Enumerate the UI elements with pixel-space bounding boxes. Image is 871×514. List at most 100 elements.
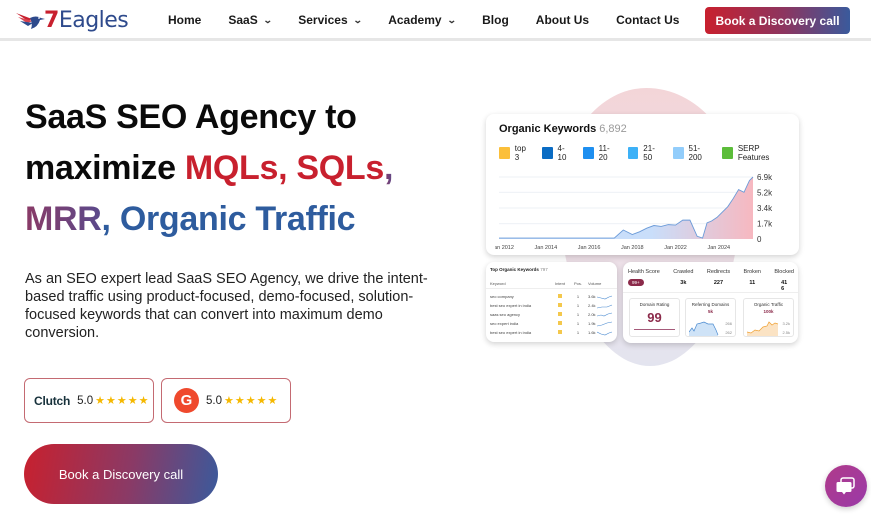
nav-saas[interactable]: SaaS ⌄: [228, 13, 272, 27]
legend-label: 11-20: [598, 144, 610, 162]
logo-text: 7Eagles: [44, 7, 129, 33]
book-discovery-call-header-button[interactable]: Book a Discovery call: [705, 7, 850, 34]
g2-score: 5.0: [206, 394, 222, 407]
volume-cell: 3.6k: [588, 294, 617, 300]
hero-title-comma: ,: [384, 149, 394, 187]
table-row[interactable]: saas seo agency 1 2.0k: [486, 310, 617, 319]
volume-sparkline: [596, 295, 612, 299]
organic-keywords-title: Organic Keywords 6,892: [499, 123, 627, 135]
volume-sparkline: [596, 304, 612, 308]
intent-cell: [552, 294, 568, 299]
nav-home[interactable]: Home: [168, 13, 201, 27]
legend-item[interactable]: 11-20: [582, 144, 617, 162]
pos-cell: 1: [576, 312, 580, 317]
chat-widget-button[interactable]: [825, 465, 867, 507]
nav-blog[interactable]: Blog: [482, 13, 509, 27]
g2-rating-badge[interactable]: G 5.0 ★★★★★: [161, 378, 291, 423]
y-tick-label: 5.2k: [757, 188, 773, 197]
nav-home-label: Home: [168, 13, 202, 27]
volume-sparkline: [596, 321, 612, 326]
table-row[interactable]: best seo expert in india 1 2.4k: [486, 301, 617, 310]
domain-rating-value: 99: [647, 310, 662, 325]
logo-seven: 7: [44, 7, 59, 33]
intent-cell: [552, 303, 568, 308]
nav-academy[interactable]: Academy ⌄: [388, 13, 457, 27]
nav-blog-label: Blog: [482, 13, 509, 27]
nav-services[interactable]: Services ⌄: [298, 13, 363, 27]
column-header-volume: Volume: [588, 280, 602, 286]
top-keywords-label: Top Organic Keywords: [490, 267, 539, 272]
domain-rating-title: Domain Rating: [639, 302, 670, 307]
x-tick-label: Jan 2024: [707, 245, 730, 251]
legend-item[interactable]: top 3: [499, 144, 531, 162]
intent-cell: [552, 330, 568, 335]
organic-traffic-sparkline: [747, 321, 779, 336]
nav-about-us[interactable]: About Us: [536, 13, 589, 27]
referring-domains-widget: Referring Domains 5k 266 262: [685, 298, 736, 337]
legend-item[interactable]: 21-50: [627, 144, 662, 162]
stat-broken: Broken 11: [744, 269, 761, 292]
logo[interactable]: 7Eagles: [14, 5, 129, 35]
organic-keywords-count: 6,892: [599, 123, 627, 135]
legend-item[interactable]: SERP Features: [721, 144, 788, 162]
organic-traffic-value: 100k: [763, 309, 774, 314]
chevron-down-icon: ⌄: [446, 14, 457, 25]
chart-legend: top 3 4-10 11-20 21-50 51-200 SERP Features: [499, 144, 799, 162]
intent-icon: [558, 321, 562, 325]
legend-label: 21-50: [643, 144, 655, 162]
clutch-score: 5.0: [77, 394, 94, 407]
legend-label: 51-200: [688, 144, 702, 162]
intent-icon: [558, 312, 562, 316]
volume-value: 2.4k: [588, 303, 596, 308]
site-health-card: Health Score 99+ Crawled 3k Redirects 227 B…: [623, 262, 798, 343]
pos-cell: 1: [576, 321, 580, 326]
legend-swatch: [499, 147, 510, 159]
nav-services-label: Services: [298, 13, 348, 27]
intent-icon: [558, 294, 562, 298]
pos-cell: 1: [576, 294, 580, 299]
legend-swatch: [627, 147, 639, 159]
stat-value: 41 6: [781, 280, 788, 292]
referring-domains-axis-bottom: 262: [725, 330, 732, 335]
stat-value: 3k: [680, 280, 687, 286]
star-rating-icon: ★★★★★: [224, 395, 279, 407]
legend-item[interactable]: 4-10: [541, 144, 572, 162]
legend-item[interactable]: 51-200: [672, 144, 711, 162]
stat-blocked: Blocked 41 6: [774, 269, 794, 292]
domain-rating-widget: Domain Rating 99: [629, 298, 680, 337]
stat-health-score: Health Score 99+: [628, 269, 660, 292]
column-header-pos: Pos.: [573, 280, 582, 286]
top-keywords-count: 797: [540, 267, 548, 272]
top-keywords-table: Keyword Intent Pos. Volume seo company 1 3…: [486, 278, 617, 337]
organic-keywords-chart: 0 1.7k 3.4k 5.2k 6.9k Jan 2012 Jan 2014 Jan 201…: [495, 173, 773, 251]
organic-traffic-title: Organic Traffic: [753, 302, 784, 307]
nav-contact-us[interactable]: Contact Us: [616, 13, 679, 27]
intent-cell: [552, 321, 568, 326]
site-header: 7Eagles Home SaaS ⌄ Services ⌄ Academy ⌄ Bl…: [0, 0, 871, 41]
legend-swatch: [721, 147, 733, 159]
chat-icon: [836, 477, 855, 495]
keyword-cell: seo company: [490, 294, 514, 299]
hero-title-highlight-red: MQLs, SQLs: [184, 149, 384, 187]
table-row[interactable]: seo expert india 1 1.9k: [486, 319, 617, 328]
table-row[interactable]: best seo expert in india 1 1.6k: [486, 328, 617, 337]
table-row[interactable]: seo company 1 3.6k: [486, 292, 617, 301]
legend-swatch: [541, 147, 553, 159]
health-stats: Health Score 99+ Crawled 3k Redirects 227 B…: [628, 269, 794, 292]
book-discovery-call-button[interactable]: Book a Discovery call: [24, 444, 218, 504]
volume-cell: 2.4k: [588, 303, 617, 309]
keyword-cell: seo expert india: [490, 321, 519, 326]
chevron-down-icon: ⌄: [352, 14, 363, 25]
nav-academy-label: Academy: [388, 13, 442, 27]
stat-label: Redirects: [706, 269, 731, 275]
volume-value: 1.6k: [588, 330, 596, 335]
referring-domains-axis-top: 266: [725, 321, 732, 326]
stat-crawled: Crawled 3k: [673, 269, 693, 292]
volume-cell: 1.6k: [588, 330, 617, 336]
clutch-rating-badge[interactable]: Clutch 5.0 ★★★★★: [24, 378, 154, 423]
hero-title: SaaS SEO Agency to maximize MQLs, SQLs , …: [25, 92, 445, 245]
domain-rating-line: [634, 329, 675, 330]
top-organic-keywords-card: Top Organic Keywords 797 Keyword Intent …: [486, 262, 617, 342]
y-tick-label: 3.4k: [757, 204, 773, 213]
x-tick-label: Jan 2012: [495, 245, 514, 251]
